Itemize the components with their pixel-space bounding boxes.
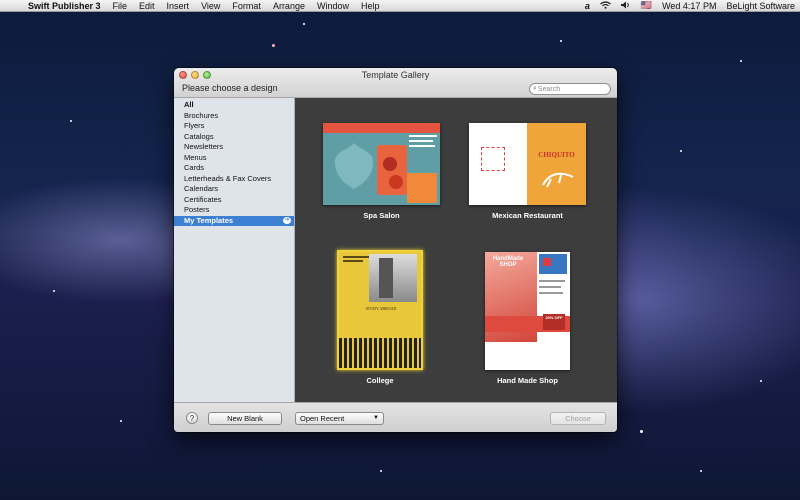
menu-view[interactable]: View: [195, 1, 226, 11]
sidebar-item-brochures[interactable]: Brochures: [174, 111, 294, 122]
menu-format[interactable]: Format: [226, 1, 267, 11]
menu-arrange[interactable]: Arrange: [267, 1, 311, 11]
window-subtitle: Please choose a design: [182, 83, 278, 93]
thumb-brand-text: CHIQUITO: [538, 151, 575, 159]
star: [70, 120, 72, 122]
sidebar-item-newsletters[interactable]: Newsletters: [174, 142, 294, 153]
template-thumbnail: [323, 123, 440, 205]
script-menu-icon[interactable]: a: [580, 1, 595, 11]
template-gallery: Spa Salon CHIQUITO Mexican Restaurant ST…: [295, 98, 617, 402]
wifi-icon[interactable]: [595, 0, 616, 11]
sidebar-item-all[interactable]: All: [174, 100, 294, 111]
help-button[interactable]: ?: [186, 412, 198, 424]
template-label: Spa Salon: [363, 211, 400, 220]
star: [740, 60, 742, 62]
sidebar-item-certificates[interactable]: Certificates: [174, 195, 294, 206]
star: [272, 44, 275, 47]
open-recent-select[interactable]: Open Recent ▼: [295, 412, 384, 425]
template-label: Hand Made Shop: [497, 376, 558, 385]
menu-help[interactable]: Help: [355, 1, 386, 11]
star: [303, 23, 305, 25]
open-recent-label: Open Recent: [300, 414, 345, 423]
sidebar-item-posters[interactable]: Posters: [174, 205, 294, 216]
template-thumbnail: STUDY ABROAD: [337, 250, 423, 370]
title-bar[interactable]: Template Gallery Please choose a design …: [174, 68, 617, 98]
menu-insert[interactable]: Insert: [161, 1, 196, 11]
menu-clock[interactable]: Wed 4:17 PM: [657, 1, 721, 11]
template-thumbnail: CHIQUITO: [469, 123, 586, 205]
sidebar-item-cards[interactable]: Cards: [174, 163, 294, 174]
sidebar-item-label: My Templates: [184, 215, 234, 225]
star: [700, 470, 702, 472]
chevron-down-icon: ▼: [373, 415, 379, 421]
menu-user[interactable]: BeLight Software: [721, 1, 800, 11]
search-input[interactable]: ⌕ Search: [529, 83, 611, 95]
search-placeholder: Search: [537, 85, 561, 93]
sidebar-item-calendars[interactable]: Calendars: [174, 184, 294, 195]
menu-extras: a 🇺🇸 Wed 4:17 PM BeLight Software: [580, 0, 800, 11]
star: [53, 290, 55, 292]
sidebar-item-my-templates[interactable]: My Templates ➔: [174, 215, 294, 226]
sidebar-item-letterheads[interactable]: Letterheads & Fax Covers: [174, 174, 294, 185]
menu-bar: Swift Publisher 3 File Edit Insert View …: [0, 0, 800, 12]
template-gallery-window: Template Gallery Please choose a design …: [174, 68, 617, 432]
template-label: Mexican Restaurant: [492, 211, 563, 220]
sidebar-item-menus[interactable]: Menus: [174, 153, 294, 164]
input-source-flag-icon[interactable]: 🇺🇸: [636, 0, 657, 11]
thumb-brand-text: HandMade SHOP: [492, 256, 524, 268]
thumb-heading-text: STUDY ABROAD: [365, 306, 397, 311]
template-hand-made-shop[interactable]: HandMade SHOP 20% OFF Hand Made Shop: [485, 252, 570, 385]
search-icon: ⌕: [533, 85, 537, 92]
template-label: College: [366, 376, 394, 385]
menu-file[interactable]: File: [107, 1, 134, 11]
category-sidebar: All Brochures Flyers Catalogs Newsletter…: [174, 98, 295, 402]
new-blank-button[interactable]: New Blank: [208, 412, 282, 425]
window-title: Template Gallery: [361, 70, 430, 80]
window-body: All Brochures Flyers Catalogs Newsletter…: [174, 98, 617, 402]
star: [680, 150, 682, 152]
template-spa-salon[interactable]: Spa Salon: [323, 123, 440, 220]
arrow-right-icon[interactable]: ➔: [283, 217, 291, 224]
star: [120, 420, 122, 422]
menu-window[interactable]: Window: [311, 1, 355, 11]
volume-icon[interactable]: [616, 1, 636, 11]
window-footer: ? New Blank Open Recent ▼ Choose: [174, 402, 617, 432]
menu-edit[interactable]: Edit: [133, 1, 161, 11]
star: [640, 430, 643, 433]
star: [380, 470, 382, 472]
sidebar-item-catalogs[interactable]: Catalogs: [174, 132, 294, 143]
thumb-badge-text: 20% OFF: [543, 314, 565, 330]
menu-app-name[interactable]: Swift Publisher 3: [22, 1, 107, 11]
sidebar-item-flyers[interactable]: Flyers: [174, 121, 294, 132]
choose-button[interactable]: Choose: [550, 412, 606, 425]
template-thumbnail: HandMade SHOP 20% OFF: [485, 252, 570, 370]
star: [760, 380, 762, 382]
template-mexican-restaurant[interactable]: CHIQUITO Mexican Restaurant: [469, 123, 586, 220]
template-college[interactable]: STUDY ABROAD College: [337, 250, 423, 385]
star: [560, 40, 562, 42]
